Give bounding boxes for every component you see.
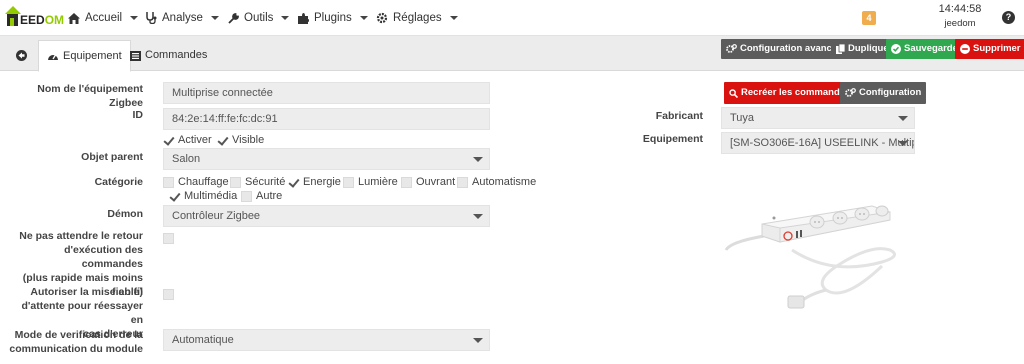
device-label: Equipement bbox=[642, 133, 703, 145]
advanced-config-button[interactable]: Configuration avancée bbox=[721, 39, 848, 59]
menu-outils-label: Outils bbox=[244, 12, 274, 24]
category-multimedia[interactable]: Multimédia bbox=[169, 190, 237, 202]
category-chauffage-box[interactable] bbox=[163, 176, 174, 188]
retry-checkbox[interactable] bbox=[163, 289, 174, 300]
home-icon bbox=[68, 12, 80, 24]
activate-check-box[interactable] bbox=[163, 135, 174, 146]
delete-button[interactable]: Supprimer bbox=[955, 39, 1024, 59]
question-circle-icon[interactable]: ? bbox=[1002, 11, 1015, 24]
category-securite-box[interactable] bbox=[230, 176, 241, 188]
recreate-commands-label: Recréer les commandes bbox=[741, 87, 851, 98]
category-lumiere-box[interactable] bbox=[343, 176, 354, 188]
parent-select[interactable]: Salon bbox=[163, 148, 490, 170]
menu-analyse[interactable]: Analyse bbox=[146, 0, 219, 36]
menu-accueil[interactable]: Accueil bbox=[68, 0, 139, 36]
device-select[interactable]: [SM-SO306E-16A] USEELINK - Multiprise bbox=[721, 132, 915, 154]
category-chauffage-label: Chauffage bbox=[178, 176, 229, 188]
delete-label: Supprimer bbox=[973, 43, 1021, 54]
parent-label: Objet parent bbox=[81, 151, 143, 163]
category-automatisme-box[interactable] bbox=[457, 176, 468, 188]
menu-accueil-label: Accueil bbox=[85, 12, 123, 24]
menu-plugins-label: Plugins bbox=[314, 12, 352, 24]
category-ouvrant[interactable]: Ouvrant bbox=[401, 176, 455, 188]
category-securite[interactable]: Sécurité bbox=[230, 176, 285, 188]
copy-icon bbox=[836, 44, 845, 54]
clock-time: 14:44:58 bbox=[938, 3, 982, 15]
daemon-select[interactable]: Contrôleur Zigbee bbox=[163, 205, 490, 227]
category-automatisme[interactable]: Automatisme bbox=[457, 176, 536, 188]
category-multimedia-box[interactable] bbox=[169, 191, 180, 202]
search-icon bbox=[729, 88, 738, 98]
tab-bar: Equipement Commandes Configuration avanc… bbox=[0, 36, 1024, 72]
arrow-circle-left-icon bbox=[15, 50, 27, 61]
advanced-config-label: Configuration avancée bbox=[740, 43, 843, 54]
back-button[interactable] bbox=[6, 40, 36, 71]
category-chauffage[interactable]: Chauffage bbox=[163, 176, 229, 188]
verify-select[interactable]: Automatique bbox=[163, 329, 490, 351]
tab-commandes[interactable]: Commandes bbox=[122, 40, 215, 71]
power-strip-image bbox=[724, 205, 896, 309]
jeedom-logo[interactable]: EEDOM bbox=[4, 4, 64, 32]
category-autre-label: Autre bbox=[256, 190, 283, 202]
no-wait-box[interactable] bbox=[163, 233, 174, 244]
menu-reglages-label: Réglages bbox=[393, 12, 442, 24]
check-circle-icon bbox=[891, 44, 901, 54]
user-name[interactable]: jeedom bbox=[930, 18, 990, 29]
daemon-label: Démon bbox=[107, 208, 143, 220]
cogs-icon bbox=[726, 44, 737, 53]
brand-name: EEDOM bbox=[20, 13, 65, 27]
configuration-button[interactable]: Configuration bbox=[840, 82, 927, 104]
save-label: Sauvegarder bbox=[904, 43, 962, 54]
category-energie[interactable]: Energie bbox=[288, 176, 341, 188]
top-navbar: EEDOM Accueil Analyse Outils Plugins Rég… bbox=[0, 0, 1024, 36]
list-icon bbox=[130, 50, 141, 61]
category-multimedia-label: Multimédia bbox=[184, 190, 238, 202]
cogs-icon bbox=[845, 88, 856, 97]
category-securite-label: Sécurité bbox=[245, 176, 286, 188]
category-autre[interactable]: Autre bbox=[241, 190, 282, 202]
clock: 14:44:58 jeedom bbox=[930, 3, 990, 29]
stethoscope-icon bbox=[146, 12, 157, 24]
wrench-icon bbox=[228, 12, 239, 24]
verify-label: Mode de verification de la communication… bbox=[9, 329, 143, 355]
minus-circle-icon bbox=[960, 44, 970, 54]
tab-equipement-label: Equipement bbox=[63, 49, 122, 62]
visible-label: Visible bbox=[232, 134, 265, 146]
category-automatisme-label: Automatisme bbox=[472, 176, 537, 188]
tab-commandes-label: Commandes bbox=[145, 49, 208, 61]
no-wait-checkbox[interactable] bbox=[163, 233, 174, 244]
category-ouvrant-box[interactable] bbox=[401, 176, 412, 188]
category-autre-box[interactable] bbox=[241, 190, 252, 202]
menu-outils[interactable]: Outils bbox=[228, 0, 290, 36]
id-field[interactable]: 84:2e:14:ff:fe:fc:dc:91 bbox=[163, 108, 490, 130]
category-ouvrant-label: Ouvrant bbox=[416, 176, 456, 188]
manufacturer-select[interactable]: Tuya bbox=[721, 107, 915, 129]
name-label: Nom de l'équipement Zigbee bbox=[37, 83, 143, 109]
category-label: Catégorie bbox=[94, 176, 143, 188]
activate-label: Activer bbox=[178, 134, 212, 146]
recreate-commands-button[interactable]: Recréer les commandes bbox=[724, 82, 856, 104]
category-energie-label: Energie bbox=[303, 176, 341, 188]
activate-checkbox[interactable]: Activer bbox=[163, 134, 212, 146]
id-label: ID bbox=[132, 109, 144, 121]
notification-badge[interactable]: 4 bbox=[862, 11, 876, 25]
visible-checkbox[interactable]: Visible bbox=[217, 134, 264, 146]
category-lumiere[interactable]: Lumière bbox=[343, 176, 398, 188]
tab-equipement[interactable]: Equipement bbox=[38, 40, 131, 72]
gears-icon bbox=[376, 12, 388, 24]
manufacturer-label: Fabricant bbox=[655, 110, 703, 122]
puzzle-icon bbox=[298, 12, 309, 24]
tachometer-icon bbox=[48, 54, 58, 60]
name-field[interactable]: Multiprise connectée bbox=[163, 82, 490, 104]
configuration-label: Configuration bbox=[859, 87, 922, 98]
menu-reglages[interactable]: Réglages bbox=[376, 0, 458, 36]
menu-plugins[interactable]: Plugins bbox=[298, 0, 368, 36]
retry-box[interactable] bbox=[163, 289, 174, 300]
category-energie-box[interactable] bbox=[288, 177, 299, 188]
visible-check-box[interactable] bbox=[217, 135, 228, 146]
category-lumiere-label: Lumière bbox=[358, 176, 398, 188]
menu-analyse-label: Analyse bbox=[162, 12, 203, 24]
